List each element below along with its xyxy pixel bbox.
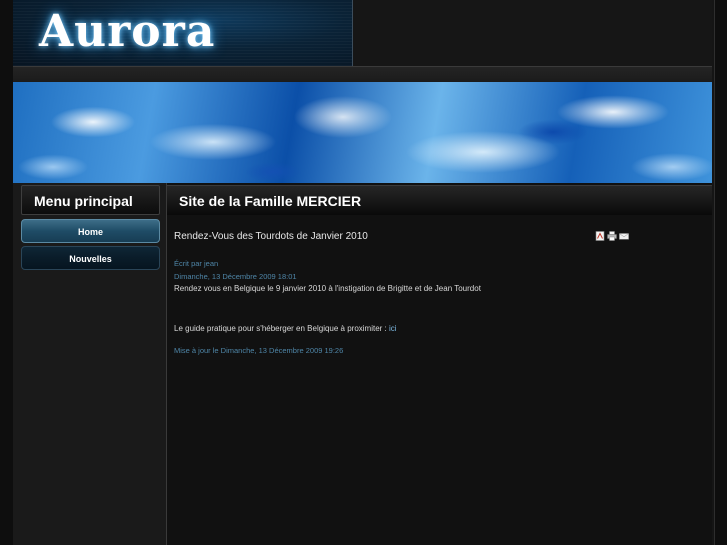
article-tools xyxy=(595,231,629,241)
pdf-icon[interactable] xyxy=(595,231,605,241)
article-modified-date: Mise à jour le Dimanche, 13 Décembre 200… xyxy=(174,346,344,355)
sidebar: Menu principal Home Nouvelles xyxy=(13,183,167,545)
article-paragraph-guide: Le guide pratique pour s'héberger en Bel… xyxy=(174,324,397,333)
guide-link[interactable]: ici xyxy=(389,324,397,333)
menu-heading: Menu principal xyxy=(21,185,160,215)
email-icon[interactable] xyxy=(619,231,629,241)
guide-text: Le guide pratique pour s'héberger en Bel… xyxy=(174,324,389,333)
page-title: Site de la Famille MERCIER xyxy=(167,185,712,215)
header-divider xyxy=(13,67,712,83)
logo[interactable]: Aurora xyxy=(13,0,353,66)
article-author: Écrit par jean xyxy=(174,259,219,268)
menu-item-nouvelles[interactable]: Nouvelles xyxy=(21,246,160,270)
page: Aurora Menu principal Home Nouvelles Sit… xyxy=(0,0,727,545)
article-created-date: Dimanche, 13 Décembre 2009 18:01 xyxy=(174,272,297,281)
print-icon[interactable] xyxy=(607,231,617,241)
banner-image xyxy=(13,82,712,183)
main-content: Site de la Famille MERCIER Rendez-Vous d… xyxy=(167,183,712,545)
article-paragraph: Rendez vous en Belgique le 9 janvier 201… xyxy=(174,284,481,293)
article-title: Rendez-Vous des Tourdots de Janvier 2010 xyxy=(174,231,368,242)
site-header: Aurora xyxy=(13,0,712,67)
logo-text: Aurora xyxy=(39,6,216,57)
menu-item-home[interactable]: Home xyxy=(21,219,160,243)
